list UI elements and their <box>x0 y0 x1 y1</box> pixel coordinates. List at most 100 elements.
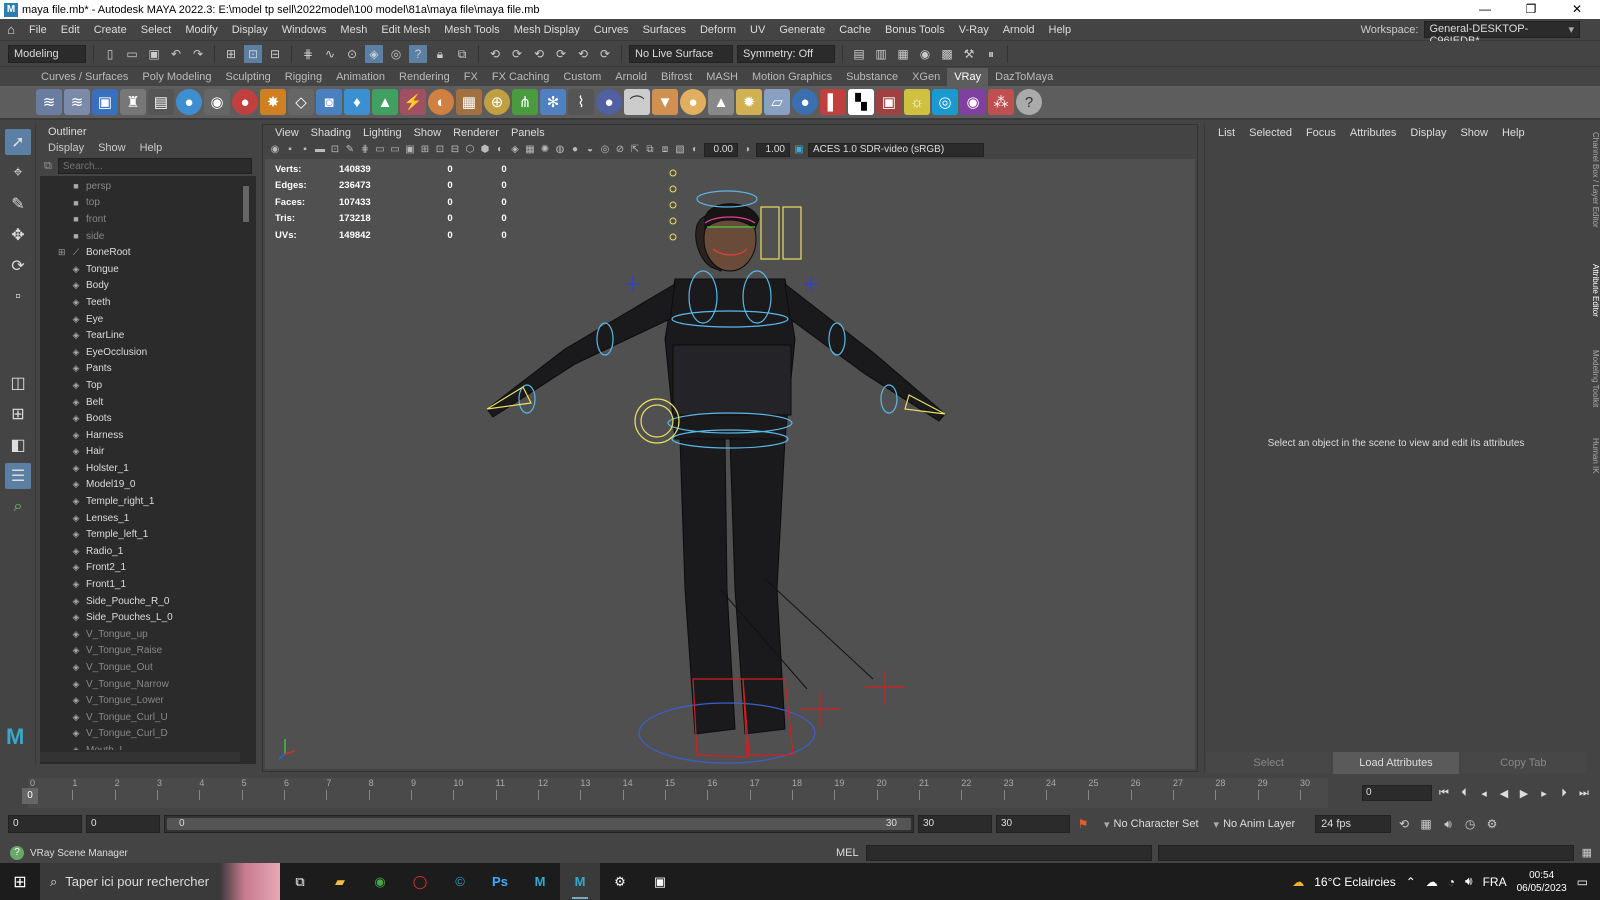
vray-scene-manager-icon[interactable]: ▤ <box>148 89 174 115</box>
tab-sculpting[interactable]: Sculpting <box>219 68 278 86</box>
maya-taskbar-icon[interactable]: M <box>520 863 560 900</box>
close-button[interactable]: ✕ <box>1554 0 1600 19</box>
viewport-menu-panels[interactable]: Panels <box>505 125 551 141</box>
outliner-item[interactable]: ■ top <box>40 195 240 212</box>
outliner-item[interactable]: ◈ Front1_1 <box>40 576 240 593</box>
select-hierarchy-icon[interactable]: ⊞ <box>222 45 240 63</box>
outliner-item[interactable]: ◈ Side_Pouche_R_0 <box>40 593 240 610</box>
tab-substance[interactable]: Substance <box>839 68 905 86</box>
vray-flag-icon[interactable]: ▌ <box>820 89 846 115</box>
fps-dropdown[interactable]: 24 fps <box>1315 815 1392 833</box>
depth-of-field-icon[interactable]: ⊘ <box>614 144 626 156</box>
vray-light-mtl-icon[interactable]: ● <box>232 89 258 115</box>
wireframe-icon[interactable]: ⬡ <box>464 144 476 156</box>
outliner-item[interactable]: ◈ Radio_1 <box>40 543 240 560</box>
vray-fur-icon[interactable]: ⚡ <box>400 89 426 115</box>
default-material-icon[interactable]: ◐ <box>494 144 506 156</box>
render-sequence-icon[interactable]: ▥ <box>872 45 890 63</box>
workspace-dropdown[interactable]: General-DESKTOP-C96IEDB* <box>1424 21 1581 47</box>
menu-select[interactable]: Select <box>134 24 179 36</box>
vray-vfb-icon[interactable]: ▣ <box>876 89 902 115</box>
copy-tab-button[interactable]: Copy Tab <box>1460 752 1586 774</box>
onedrive-icon[interactable]: ☁ <box>1426 875 1438 889</box>
outliner-item[interactable]: ◈ Lenses_1 <box>40 510 240 527</box>
vray-sun-light-icon[interactable]: ✹ <box>736 89 762 115</box>
outliner-item[interactable]: ◈ V_Tongue_Narrow <box>40 676 240 693</box>
tab-rendering[interactable]: Rendering <box>392 68 457 86</box>
film-gate-icon[interactable]: ▭ <box>374 144 386 156</box>
scale-tool-icon[interactable]: ▫ <box>5 284 31 310</box>
xray-joints-icon[interactable]: ⧈ <box>659 144 671 156</box>
scrollbar-thumb[interactable] <box>243 186 249 222</box>
vray-render-icon[interactable]: ≋ <box>64 89 90 115</box>
current-frame-marker[interactable]: 0 <box>22 788 38 804</box>
restore-button[interactable]: ❐ <box>1508 0 1554 19</box>
tab-bifrost[interactable]: Bifrost <box>654 68 699 86</box>
windows-start-icon[interactable]: ⊞ <box>0 872 40 892</box>
cache-playback-icon[interactable]: ▦ <box>1417 815 1435 833</box>
menu-deform[interactable]: Deform <box>693 24 743 36</box>
outliner-item[interactable]: ◈ Hair <box>40 444 240 461</box>
tab-attribute-editor[interactable]: Attribute Editor <box>1588 264 1600 317</box>
attr-menu-list[interactable]: List <box>1211 127 1242 139</box>
tab-arnold[interactable]: Arnold <box>608 68 654 86</box>
menu-create[interactable]: Create <box>87 24 134 36</box>
select-object-icon[interactable]: ⊡ <box>244 44 262 63</box>
outliner-item[interactable]: ◈ V_Tongue_Out <box>40 659 240 676</box>
four-view-layout-icon[interactable]: ⊞ <box>5 401 31 427</box>
vray-ies-icon[interactable]: ● <box>680 89 706 115</box>
weather-icon[interactable]: ☁ <box>1292 875 1304 889</box>
menu-display[interactable]: Display <box>225 24 275 36</box>
outliner-item[interactable]: ◈ V_Tongue_Curl_U <box>40 709 240 726</box>
other-app-icon[interactable]: ▣ <box>640 863 680 900</box>
viewport-menu-shading[interactable]: Shading <box>305 125 357 141</box>
grease-pencil-icon[interactable]: ✎ <box>344 144 356 156</box>
tab-fx[interactable]: FX <box>457 68 485 86</box>
attr-menu-display[interactable]: Display <box>1403 127 1453 139</box>
script-language-button[interactable]: MEL <box>836 847 859 859</box>
menu-edit[interactable]: Edit <box>54 24 87 36</box>
scene-start-field[interactable]: 0 <box>8 815 82 833</box>
tab-channel-box[interactable]: Channel Box / Layer Editor <box>1588 132 1600 228</box>
vray-texture-icon[interactable]: ▦ <box>456 89 482 115</box>
attr-menu-help[interactable]: Help <box>1495 127 1532 139</box>
vray-bulb-icon[interactable]: ☼ <box>904 89 930 115</box>
outliner-item[interactable]: ■ persp <box>40 178 240 195</box>
image-plane-icon[interactable]: ▬ <box>314 144 326 156</box>
3d-viewport[interactable]: Verts: 140839 0 0 Edges: 236473 0 0 Faces: 1074… <box>265 159 1195 769</box>
vray-chaos-icon[interactable]: ◉ <box>960 89 986 115</box>
menu-bonus-tools[interactable]: Bonus Tools <box>878 24 952 36</box>
exposure-field[interactable]: 0.00 <box>704 143 738 157</box>
outliner-item[interactable]: ■ front <box>40 211 240 228</box>
vray-rect-light-icon[interactable]: ▱ <box>764 89 790 115</box>
motion-blur-icon[interactable]: ◒ <box>584 144 596 156</box>
outliner-item[interactable]: ◈ V_Tongue_up <box>40 626 240 643</box>
photoshop-icon[interactable]: Ps <box>480 863 520 900</box>
open-scene-icon[interactable]: ▭ <box>123 45 141 63</box>
two-pane-layout-icon[interactable]: ◧ <box>5 432 31 458</box>
range-handle[interactable] <box>167 818 911 830</box>
render-view-icon[interactable]: ⟳ <box>596 45 614 63</box>
undo-icon[interactable]: ↶ <box>167 45 185 63</box>
outliner-item[interactable]: ◈ Mouth_I <box>40 742 240 750</box>
redo-icon[interactable]: ↷ <box>189 45 207 63</box>
menu-help[interactable]: Help <box>1042 24 1079 36</box>
tab-poly-modeling[interactable]: Poly Modeling <box>135 68 218 86</box>
isolate-select-icon[interactable]: ⇱ <box>629 144 641 156</box>
file-explorer-icon[interactable]: ▰ <box>320 863 360 900</box>
light-editor-icon[interactable]: ▩ <box>938 45 956 63</box>
gate-mask-icon[interactable]: ▣ <box>404 144 416 156</box>
textured-icon[interactable]: ▦ <box>524 144 536 156</box>
ipr-icon[interactable]: ▦ <box>894 45 912 63</box>
ccleaner-icon[interactable]: © <box>440 863 480 900</box>
playback-start-field[interactable]: 0 <box>86 815 160 833</box>
go-to-start-icon[interactable]: ⏮ <box>1436 787 1452 800</box>
tab-motion-graphics[interactable]: Motion Graphics <box>745 68 839 86</box>
anti-aliasing-icon[interactable]: ◎ <box>599 144 611 156</box>
tab-xgen[interactable]: XGen <box>905 68 947 86</box>
animation-preferences-icon[interactable]: ⚙ <box>1483 815 1501 833</box>
tab-mash[interactable]: MASH <box>699 68 745 86</box>
volume-icon[interactable]: 🔊︎ <box>1465 874 1473 889</box>
sound-icon[interactable]: 🔊︎ <box>1439 815 1457 833</box>
select-tool-icon[interactable]: ➚ <box>5 129 31 155</box>
